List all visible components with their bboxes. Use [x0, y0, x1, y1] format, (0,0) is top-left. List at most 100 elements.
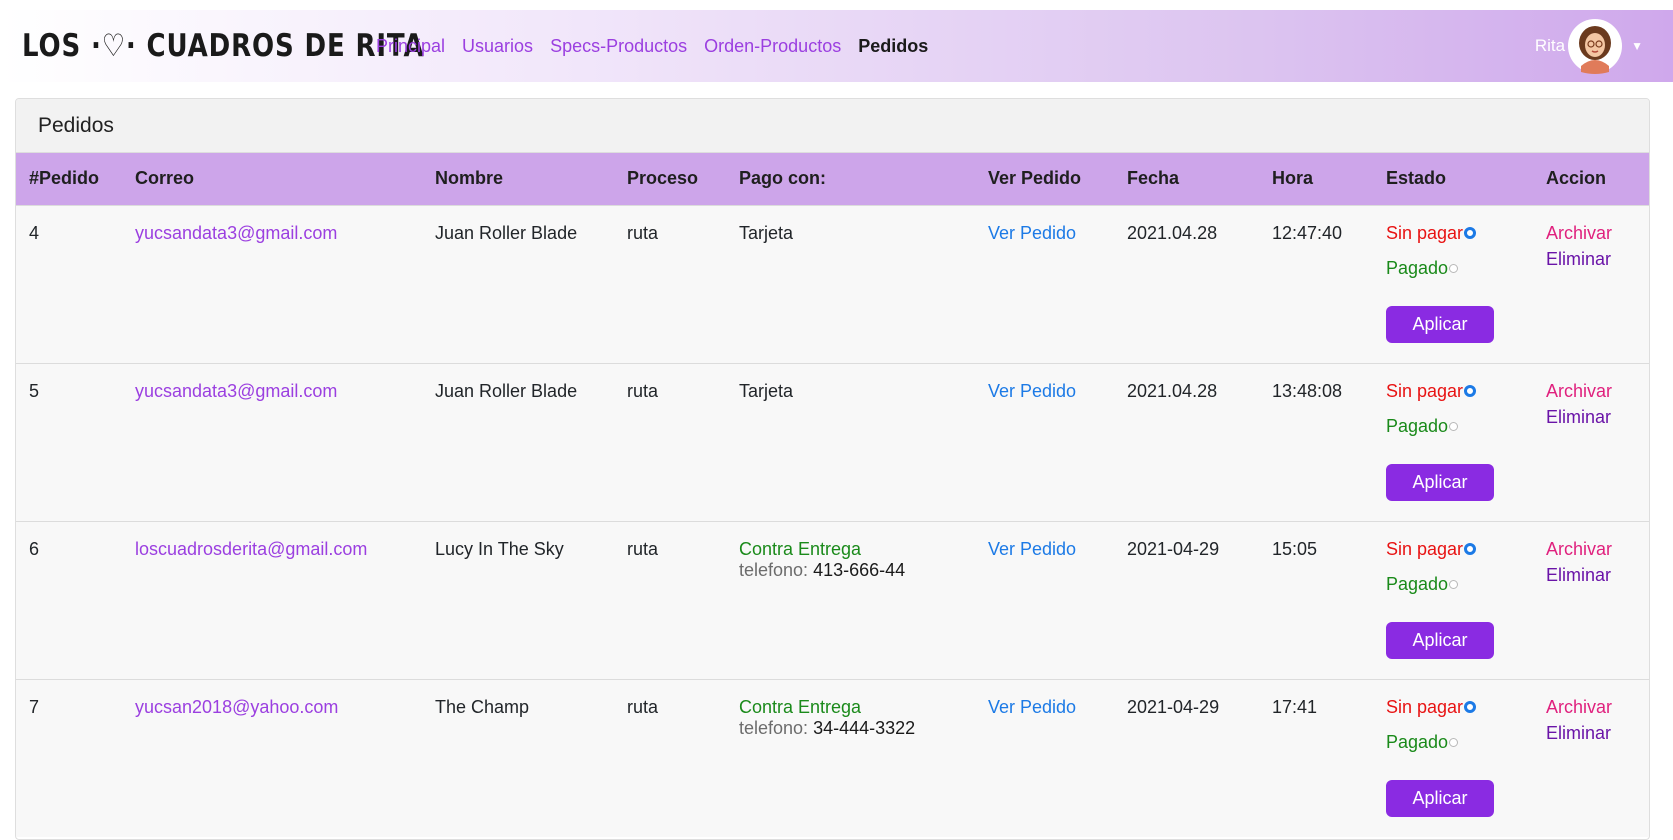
- pagado-radio[interactable]: [1449, 737, 1459, 747]
- process: ruta: [627, 538, 659, 559]
- aplicar-button[interactable]: Aplicar: [1386, 463, 1494, 501]
- process: ruta: [627, 222, 659, 243]
- archivar-link[interactable]: Archivar: [1546, 223, 1649, 244]
- sin-pagar-label: Sin pagar: [1386, 696, 1464, 717]
- col-fecha: Fecha: [1127, 168, 1180, 189]
- payment-method: Contra Entrega: [739, 538, 862, 559]
- nav-orden-productos[interactable]: Orden-Productos: [704, 36, 841, 57]
- sin-pagar-radio[interactable]: [1464, 385, 1477, 397]
- phone-label: telefono:: [739, 717, 809, 738]
- phone-number: 413-666-44: [813, 559, 906, 580]
- pagado-label: Pagado: [1386, 573, 1449, 594]
- payment-method: Tarjeta: [739, 222, 794, 243]
- pagado-option[interactable]: Pagado: [1386, 573, 1459, 595]
- order-id: 7: [29, 696, 40, 717]
- aplicar-button[interactable]: Aplicar: [1386, 305, 1494, 343]
- nav-usuarios[interactable]: Usuarios: [462, 36, 533, 57]
- avatar[interactable]: [1567, 18, 1623, 74]
- customer-name: The Champ: [435, 696, 530, 717]
- eliminar-link[interactable]: Eliminar: [1546, 565, 1649, 586]
- email-link[interactable]: loscuadrosderita@gmail.com: [135, 539, 367, 559]
- caret-down-icon[interactable]: ▼: [1631, 39, 1643, 53]
- order-id: 4: [29, 222, 40, 243]
- col-pedido: #Pedido: [29, 168, 100, 189]
- col-pago: Pago con:: [739, 168, 827, 189]
- sin-pagar-label: Sin pagar: [1386, 380, 1464, 401]
- pagado-radio[interactable]: [1449, 579, 1459, 589]
- sin-pagar-label: Sin pagar: [1386, 538, 1464, 559]
- email-link[interactable]: yucsan2018@yahoo.com: [135, 697, 338, 717]
- sin-pagar-option[interactable]: Sin pagar: [1386, 696, 1477, 718]
- sin-pagar-radio[interactable]: [1464, 227, 1477, 239]
- phone-label: telefono:: [739, 559, 809, 580]
- process: ruta: [627, 380, 659, 401]
- eliminar-link[interactable]: Eliminar: [1546, 249, 1649, 270]
- nav-pedidos[interactable]: Pedidos: [858, 36, 928, 57]
- order-date: 2021.04.28: [1127, 222, 1218, 243]
- col-accion: Accion: [1546, 168, 1607, 189]
- pagado-option[interactable]: Pagado: [1386, 257, 1459, 279]
- sin-pagar-label: Sin pagar: [1386, 222, 1464, 243]
- archivar-link[interactable]: Archivar: [1546, 697, 1649, 718]
- pagado-option[interactable]: Pagado: [1386, 731, 1459, 753]
- phone-number: 34-444-3322: [813, 717, 916, 738]
- aplicar-button[interactable]: Aplicar: [1386, 779, 1494, 817]
- table-row: 4 yucsandata3@gmail.com Juan Roller Blad…: [16, 205, 1649, 363]
- email-link[interactable]: yucsandata3@gmail.com: [135, 223, 337, 243]
- ver-pedido-link[interactable]: Ver Pedido: [988, 697, 1076, 717]
- col-ver-pedido: Ver Pedido: [988, 168, 1082, 189]
- email-link[interactable]: yucsandata3@gmail.com: [135, 381, 337, 401]
- table-header: #Pedido Correo Nombre Proceso Pago con: …: [16, 153, 1649, 205]
- col-estado: Estado: [1386, 168, 1447, 189]
- user-name[interactable]: Rita: [1535, 36, 1565, 56]
- brand-logo[interactable]: LOS ·♡· CUADROS DE RITA: [22, 24, 424, 68]
- order-date: 2021-04-29: [1127, 538, 1220, 559]
- eliminar-link[interactable]: Eliminar: [1546, 407, 1649, 428]
- payment-method: Contra Entrega: [739, 696, 862, 717]
- sin-pagar-option[interactable]: Sin pagar: [1386, 538, 1477, 560]
- sin-pagar-option[interactable]: Sin pagar: [1386, 380, 1477, 402]
- order-date: 2021.04.28: [1127, 380, 1218, 401]
- pagado-label: Pagado: [1386, 415, 1449, 436]
- customer-name: Juan Roller Blade: [435, 380, 578, 401]
- order-time: 12:47:40: [1272, 222, 1343, 243]
- table-row: 5 yucsandata3@gmail.com Juan Roller Blad…: [16, 363, 1649, 521]
- process: ruta: [627, 696, 659, 717]
- pagado-label: Pagado: [1386, 731, 1449, 752]
- order-date: 2021-04-29: [1127, 696, 1220, 717]
- col-proceso: Proceso: [627, 168, 699, 189]
- order-time: 17:41: [1272, 696, 1318, 717]
- nav-links: Principal Usuarios Specs-Productos Orden…: [376, 10, 928, 82]
- sin-pagar-radio[interactable]: [1464, 701, 1477, 713]
- nav-principal[interactable]: Principal: [376, 36, 445, 57]
- nav-specs-productos[interactable]: Specs-Productos: [550, 36, 687, 57]
- order-time: 13:48:08: [1272, 380, 1343, 401]
- customer-name: Juan Roller Blade: [435, 222, 578, 243]
- pagado-radio[interactable]: [1449, 421, 1459, 431]
- col-correo: Correo: [135, 168, 195, 189]
- sin-pagar-option[interactable]: Sin pagar: [1386, 222, 1477, 244]
- navbar: LOS ·♡· CUADROS DE RITA Principal Usuari…: [0, 10, 1673, 82]
- aplicar-button[interactable]: Aplicar: [1386, 621, 1494, 659]
- user-menu[interactable]: Rita ▼: [1535, 10, 1643, 82]
- archivar-link[interactable]: Archivar: [1546, 539, 1649, 560]
- orders-card: Pedidos #Pedido Correo Nombre Proceso Pa…: [15, 98, 1650, 840]
- eliminar-link[interactable]: Eliminar: [1546, 723, 1649, 744]
- pagado-label: Pagado: [1386, 257, 1449, 278]
- customer-name: Lucy In The Sky: [435, 538, 564, 559]
- card-title: Pedidos: [16, 99, 1649, 153]
- order-id: 5: [29, 380, 40, 401]
- pagado-radio[interactable]: [1449, 263, 1459, 273]
- col-hora: Hora: [1272, 168, 1314, 189]
- orders-table: #Pedido Correo Nombre Proceso Pago con: …: [16, 153, 1649, 837]
- col-nombre: Nombre: [435, 168, 504, 189]
- payment-method: Tarjeta: [739, 380, 794, 401]
- table-row: 6 loscuadrosderita@gmail.com Lucy In The…: [16, 521, 1649, 679]
- ver-pedido-link[interactable]: Ver Pedido: [988, 381, 1076, 401]
- ver-pedido-link[interactable]: Ver Pedido: [988, 539, 1076, 559]
- order-time: 15:05: [1272, 538, 1318, 559]
- ver-pedido-link[interactable]: Ver Pedido: [988, 223, 1076, 243]
- pagado-option[interactable]: Pagado: [1386, 415, 1459, 437]
- sin-pagar-radio[interactable]: [1464, 543, 1477, 555]
- archivar-link[interactable]: Archivar: [1546, 381, 1649, 402]
